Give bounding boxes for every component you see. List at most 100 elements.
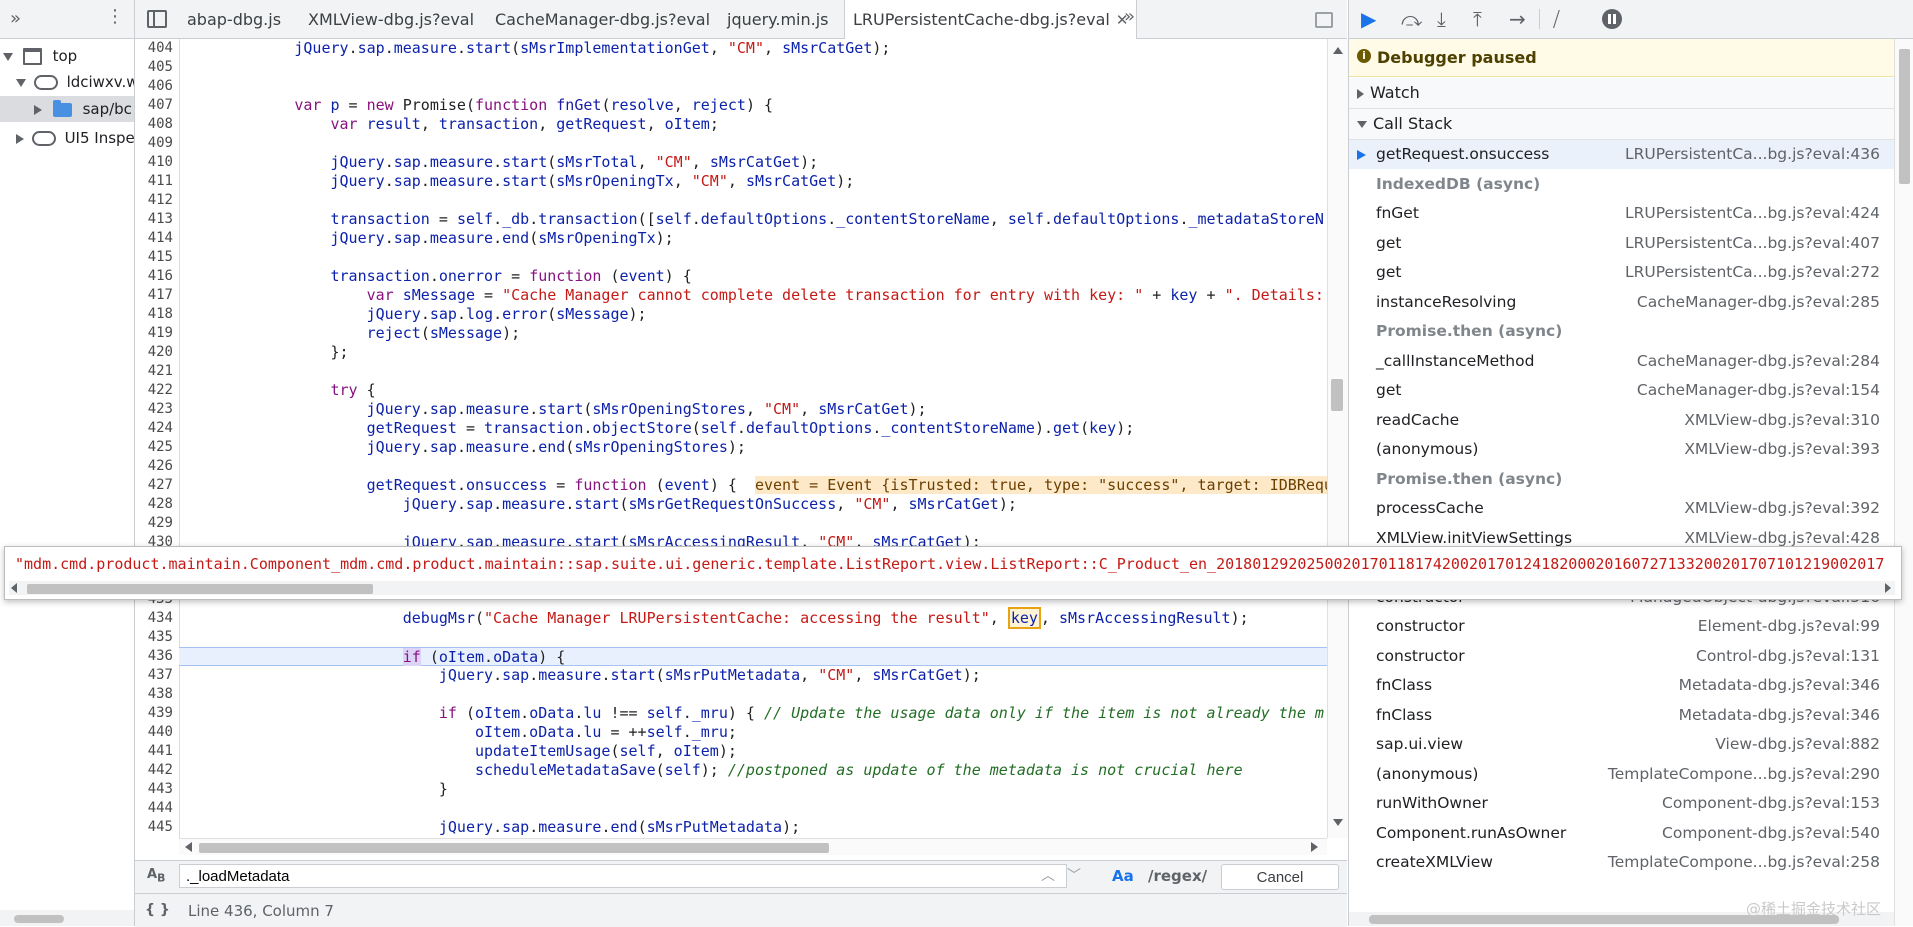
call-frame[interactable]: get LRUPersistentCa...bg.js?eval:272 [1349,258,1894,287]
collapse-arrow-icon[interactable] [16,133,24,144]
scrollbar-thumb[interactable] [1899,49,1910,184]
step-out-icon[interactable]: ⤒ [1473,8,1482,30]
line-number[interactable]: 407 [135,96,173,115]
step-over-icon[interactable]: ⤼ [1401,8,1422,30]
popover-scrollbar[interactable] [9,581,1895,595]
scrollbar-thumb[interactable] [27,584,373,594]
call-frame[interactable]: runWithOwner Component-dbg.js?eval:153 [1349,789,1894,818]
scroll-right-icon[interactable] [1311,842,1318,852]
tab-jquery-min[interactable]: jquery.min.js [727,0,828,38]
line-number[interactable]: 405 [135,58,173,77]
match-case-button[interactable]: Aa [1112,867,1134,885]
line-number[interactable]: 404 [135,39,173,58]
frame-location[interactable]: XMLView-dbg.js?eval:393 [1684,435,1880,464]
chevron-up-icon[interactable]: ︿ [1041,865,1055,885]
more-tabs-icon[interactable]: » [10,8,21,29]
line-number[interactable]: 410 [135,153,173,172]
toggle-debugger-icon[interactable] [1315,12,1333,28]
line-number[interactable]: 409 [135,134,173,153]
line-number[interactable]: 417 [135,286,173,305]
line-gutter[interactable]: 404 405 406 407 408 409 410 411 412 413 414 415 416 4… [135,39,180,838]
line-number[interactable]: 445 [135,818,173,837]
line-number[interactable]: 424 [135,419,173,438]
scrollbar-thumb[interactable] [14,915,64,923]
call-frame[interactable]: constructor Control-dbg.js?eval:131 [1349,642,1894,671]
step-into-icon[interactable]: ⤓ [1437,8,1446,30]
frame-location[interactable]: CacheManager-dbg.js?eval:285 [1637,288,1880,317]
scroll-left-icon[interactable] [11,583,17,593]
scrollbar-thumb[interactable] [1331,379,1343,411]
line-number[interactable]: 406 [135,77,173,96]
call-frame[interactable]: processCache XMLView-dbg.js?eval:392 [1349,494,1894,523]
frame-location[interactable]: Component-dbg.js?eval:540 [1662,819,1880,848]
call-stack-pane-header[interactable]: Call Stack [1349,109,1894,140]
call-frame[interactable]: createXMLView TemplateCompone...bg.js?eva… [1349,848,1894,877]
line-number[interactable]: 425 [135,438,173,457]
cancel-search-button[interactable]: Cancel [1221,864,1339,890]
call-frame[interactable]: fnGet LRUPersistentCa...bg.js?eval:424 [1349,199,1894,228]
regex-button[interactable]: /regex/ [1148,867,1207,885]
line-number[interactable]: 428 [135,495,173,514]
call-frame[interactable]: (anonymous) TemplateCompone...bg.js?eval:… [1349,760,1894,789]
expand-arrow-icon[interactable] [3,52,13,61]
call-frame[interactable]: _callInstanceMethod CacheManager-dbg.js?e… [1349,347,1894,376]
scroll-down-icon[interactable] [1333,819,1343,826]
deactivate-breakpoints-icon[interactable]: ⧸ [1553,8,1560,30]
line-number[interactable]: 435 [135,628,173,647]
frame-location[interactable]: XMLView-dbg.js?eval:310 [1684,406,1880,435]
line-number[interactable]: 422 [135,381,173,400]
line-number[interactable]: 414 [135,229,173,248]
line-number[interactable]: 439 [135,704,173,723]
frame-location[interactable]: LRUPersistentCa...bg.js?eval:407 [1625,229,1880,258]
scroll-left-icon[interactable] [185,842,192,852]
line-number[interactable]: 437 [135,666,173,685]
call-frame[interactable]: get LRUPersistentCa...bg.js?eval:407 [1349,229,1894,258]
line-number[interactable]: 423 [135,400,173,419]
line-number[interactable]: 415 [135,248,173,267]
expand-arrow-icon[interactable] [16,78,26,87]
frame-location[interactable]: TemplateCompone...bg.js?eval:290 [1608,760,1880,789]
line-number[interactable]: 434 [135,609,173,628]
more-options-icon[interactable]: ⋮ [106,6,124,27]
frame-location[interactable]: Element-dbg.js?eval:99 [1698,612,1880,641]
line-number[interactable]: 440 [135,723,173,742]
frame-location[interactable]: Component-dbg.js?eval:153 [1662,789,1880,818]
code-vertical-scrollbar[interactable] [1327,39,1348,838]
line-number[interactable]: 427 [135,476,173,495]
toggle-navigator-icon[interactable] [147,10,167,28]
line-number[interactable]: 413 [135,210,173,229]
frame-location[interactable]: TemplateCompone...bg.js?eval:258 [1608,848,1880,877]
frame-location[interactable]: View-dbg.js?eval:882 [1715,730,1880,759]
line-number[interactable]: 416 [135,267,173,286]
navigator-scrollbar[interactable] [0,910,134,926]
frame-location[interactable]: CacheManager-dbg.js?eval:284 [1637,347,1880,376]
line-number[interactable]: 421 [135,362,173,381]
call-frame[interactable]: constructor Element-dbg.js?eval:99 [1349,612,1894,641]
tree-item-domain[interactable]: ldciwxv.wd [0,69,134,95]
call-frame[interactable]: getRequest.onsuccess LRUPersistentCa...bg… [1349,140,1894,169]
line-number[interactable]: 442 [135,761,173,780]
frame-location[interactable]: CacheManager-dbg.js?eval:154 [1637,376,1880,405]
line-number[interactable]: 443 [135,780,173,799]
scroll-right-icon[interactable] [1885,583,1891,593]
line-number[interactable]: 420 [135,343,173,362]
tab-abap-dbg[interactable]: abap-dbg.js [187,0,281,38]
search-input[interactable] [179,864,1067,888]
line-number[interactable]: 441 [135,742,173,761]
scroll-up-icon[interactable] [1333,47,1343,54]
call-frame[interactable]: fnClass Metadata-dbg.js?eval:346 [1349,671,1894,700]
frame-location[interactable]: Metadata-dbg.js?eval:346 [1679,701,1880,730]
call-frame[interactable]: sap.ui.view View-dbg.js?eval:882 [1349,730,1894,759]
pretty-print-icon[interactable]: { } [145,902,170,918]
line-number[interactable]: 418 [135,305,173,324]
line-number[interactable]: 436 [135,647,173,666]
step-icon[interactable]: → [1509,8,1526,30]
tab-lrupersistentcache-dbg[interactable]: LRUPersistentCache-dbg.js?eval ✕ [844,0,1138,39]
tree-item-folder[interactable]: sap/bc [0,96,134,122]
line-number[interactable]: 411 [135,172,173,191]
call-frame[interactable]: fnClass Metadata-dbg.js?eval:346 [1349,701,1894,730]
line-number[interactable]: 429 [135,514,173,533]
collapse-arrow-icon[interactable] [34,104,42,115]
frame-location[interactable]: Metadata-dbg.js?eval:346 [1679,671,1880,700]
watch-pane-header[interactable]: Watch [1349,78,1894,109]
